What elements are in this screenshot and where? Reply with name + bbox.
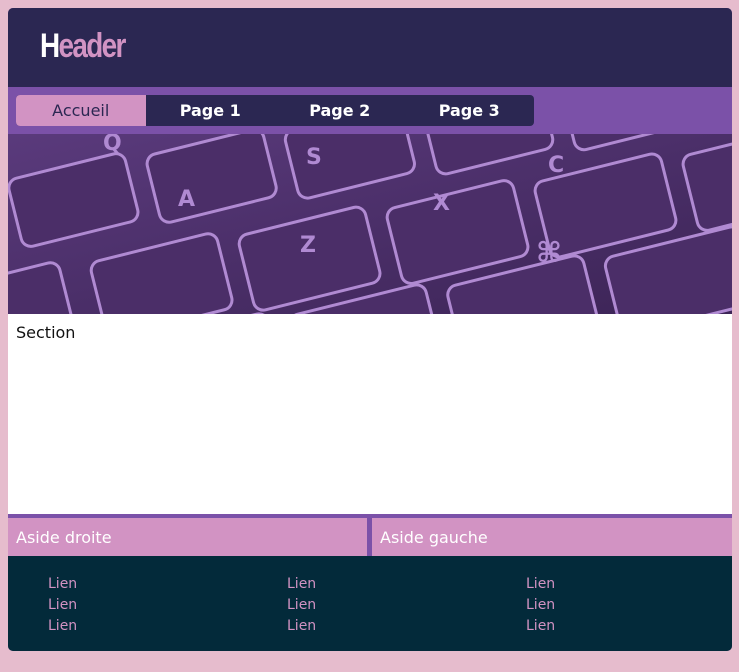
section-label: Section: [16, 323, 76, 342]
key-q: Q: [103, 134, 122, 156]
footer-link[interactable]: Lien: [526, 595, 646, 616]
key-a: A: [178, 187, 195, 212]
footer-link[interactable]: Lien: [48, 595, 168, 616]
aside-gauche: Aside gauche: [372, 518, 732, 556]
main-section: Section: [8, 314, 732, 514]
footer-link[interactable]: Lien: [48, 574, 168, 595]
nav-bar: Accueil Page 1 Page 2 Page 3: [8, 87, 732, 134]
key-c: C: [548, 153, 564, 178]
page-frame: Header Accueil Page 1 Page 2 Page 3 Q S …: [8, 8, 732, 651]
aside-droite-label: Aside droite: [16, 528, 112, 547]
footer-link[interactable]: Lien: [48, 616, 168, 637]
site-header: Header: [8, 8, 732, 87]
site-footer: Lien Lien Lien Lien Lien Lien Lien Lien …: [8, 556, 732, 651]
nav-item-page-2[interactable]: Page 2: [275, 95, 405, 126]
footer-link[interactable]: Lien: [526, 574, 646, 595]
key-x: X: [433, 191, 450, 216]
logo-text: eader: [58, 27, 127, 65]
asides-row: Aside droite Aside gauche: [8, 514, 732, 556]
hero-banner: Q S C A X Z ⌘: [8, 134, 732, 314]
footer-column-2: Lien Lien Lien: [287, 574, 407, 637]
footer-link[interactable]: Lien: [287, 595, 407, 616]
main-nav: Accueil Page 1 Page 2 Page 3: [16, 95, 534, 126]
aside-gauche-label: Aside gauche: [380, 528, 488, 547]
footer-column-3: Lien Lien Lien: [526, 574, 646, 637]
key-cmd: ⌘: [536, 236, 562, 269]
key-z: Z: [300, 233, 316, 258]
footer-column-1: Lien Lien Lien: [48, 574, 168, 637]
site-logo[interactable]: Header: [40, 26, 127, 66]
nav-item-accueil[interactable]: Accueil: [16, 95, 146, 126]
footer-link[interactable]: Lien: [287, 574, 407, 595]
nav-item-page-3[interactable]: Page 3: [405, 95, 535, 126]
footer-link[interactable]: Lien: [287, 616, 407, 637]
footer-link[interactable]: Lien: [526, 616, 646, 637]
keyboard-image: Q S C A X Z ⌘: [8, 134, 732, 314]
logo-initial: H: [40, 27, 60, 65]
aside-droite: Aside droite: [8, 518, 367, 556]
nav-item-page-1[interactable]: Page 1: [146, 95, 276, 126]
key-s: S: [306, 145, 322, 170]
